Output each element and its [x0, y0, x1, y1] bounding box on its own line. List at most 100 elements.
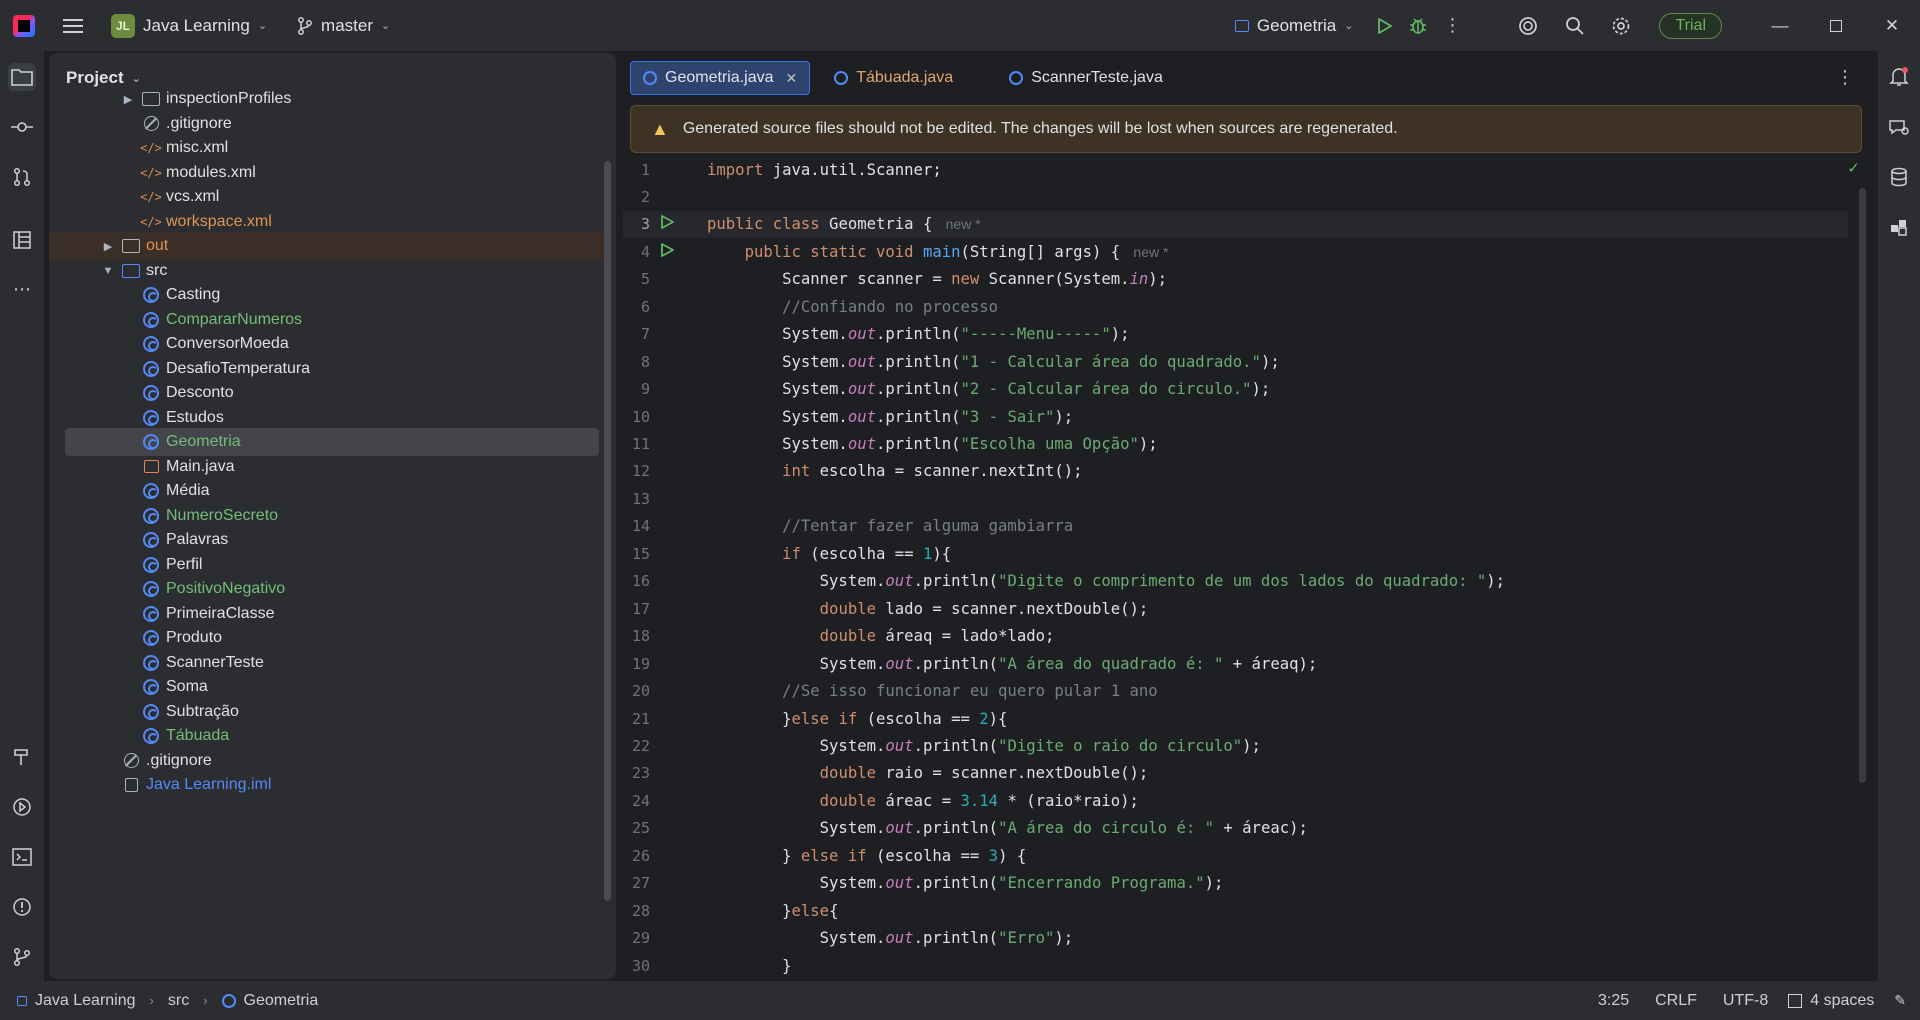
- plugin-button[interactable]: [1885, 213, 1913, 241]
- settings-button[interactable]: [1603, 9, 1639, 43]
- debug-button[interactable]: [1401, 9, 1435, 43]
- chevron-right-icon[interactable]: ▶: [120, 93, 136, 106]
- code-line[interactable]: 5 Scanner scanner = new Scanner(System.i…: [623, 266, 1848, 293]
- code-line[interactable]: 3 public class Geometria { new *: [623, 210, 1848, 238]
- code-line[interactable]: 29 System.out.println("Erro");: [623, 925, 1848, 952]
- trial-badge[interactable]: Trial: [1659, 12, 1722, 39]
- tab-geometria-java[interactable]: Geometria.java ✕: [630, 61, 811, 95]
- editor-scrollbar[interactable]: [1859, 188, 1866, 783]
- build-tool-button[interactable]: [8, 743, 36, 771]
- more-tools-button[interactable]: ⋯: [8, 275, 36, 303]
- database-button[interactable]: [1885, 163, 1913, 191]
- indent-setting[interactable]: 4 spaces: [1810, 992, 1874, 1010]
- breadcrumb-project[interactable]: Java Learning: [35, 992, 136, 1010]
- code-line[interactable]: 25 System.out.println("A área do circulo…: [623, 815, 1848, 842]
- code-line[interactable]: 1 import java.util.Scanner;: [623, 156, 1848, 183]
- ai-assistant-button[interactable]: [1509, 9, 1547, 43]
- code-line[interactable]: 14 //Tentar fazer alguma gambiarra: [623, 513, 1848, 540]
- line-number: 8: [640, 352, 650, 371]
- code-line[interactable]: 15 if (escolha == 1){: [623, 540, 1848, 567]
- close-tab-icon[interactable]: ✕: [786, 70, 798, 87]
- line-separator[interactable]: CRLF: [1655, 992, 1697, 1010]
- code-line[interactable]: 19 System.out.println("A área do quadrad…: [623, 650, 1848, 677]
- chevron-right-icon[interactable]: ▶: [100, 240, 116, 253]
- line-number: 14: [631, 517, 650, 536]
- commit-tool-button[interactable]: [8, 113, 36, 141]
- code-line[interactable]: 12 int escolha = scanner.nextInt();: [623, 458, 1848, 485]
- problems-tool-button[interactable]: [8, 893, 36, 921]
- run-button[interactable]: [1367, 9, 1401, 43]
- readonly-lock-icon[interactable]: ✎: [1894, 992, 1906, 1009]
- tree-item-label: Perfil: [166, 555, 203, 573]
- xml-file-icon: </>: [140, 165, 162, 180]
- java-class-icon: [142, 335, 160, 353]
- code-line[interactable]: 16 System.out.println("Digite o comprime…: [623, 568, 1848, 595]
- code-text: //Se isso funcionar eu quero pular 1 ano: [782, 682, 1158, 701]
- main-menu-button[interactable]: [55, 9, 91, 43]
- services-tool-button[interactable]: [8, 793, 36, 821]
- hamburger-icon: [63, 18, 83, 33]
- tab-t-buada-java[interactable]: Tábuada.java: [822, 61, 965, 95]
- code-line[interactable]: 11 System.out.println("Escolha uma Opção…: [623, 431, 1848, 458]
- project-tool-button[interactable]: [8, 63, 36, 91]
- terminal-tool-button[interactable]: [8, 843, 36, 871]
- code-line[interactable]: 6 //Confiando no processo: [623, 293, 1848, 320]
- breadcrumb-class[interactable]: Geometria: [244, 992, 319, 1010]
- minimize-button[interactable]: —: [1752, 0, 1808, 51]
- tree-item-label: ScannerTeste: [166, 653, 264, 671]
- structure-tool-button[interactable]: [8, 226, 36, 254]
- tree-item-label: Desconto: [166, 384, 234, 401]
- code-line[interactable]: 17 double lado = scanner.nextDouble();: [623, 595, 1848, 622]
- code-area[interactable]: 1 import java.util.Scanner; 2 3 public class…: [623, 156, 1848, 978]
- gutter-run-icon[interactable]: [659, 242, 679, 262]
- code-line[interactable]: 22 System.out.println("Digite o raio do …: [623, 732, 1848, 759]
- notifications-button[interactable]: [1885, 63, 1913, 91]
- run-config-selector[interactable]: Geometria ⌄: [1227, 9, 1362, 43]
- restore-button[interactable]: [1808, 0, 1864, 51]
- caret-position[interactable]: 3:25: [1598, 992, 1629, 1010]
- pull-requests-button[interactable]: [8, 163, 36, 191]
- code-line[interactable]: 28 }else{: [623, 897, 1848, 924]
- code-line[interactable]: 26 } else if (escolha == 3) {: [623, 842, 1848, 869]
- java-class-icon: [142, 703, 160, 721]
- tab-options-icon[interactable]: ⋮: [1836, 67, 1854, 88]
- code-line[interactable]: 18 double áreaq = lado*lado;: [623, 623, 1848, 650]
- line-number: 30: [631, 956, 650, 975]
- code-line[interactable]: 30 }: [623, 952, 1848, 979]
- gutter-run-icon[interactable]: [659, 214, 679, 234]
- code-line[interactable]: 4 public static void main(String[] args)…: [623, 238, 1848, 265]
- breadcrumb-src[interactable]: src: [168, 992, 189, 1010]
- bell-icon: [1889, 67, 1909, 86]
- more-actions-button[interactable]: ⋮: [1435, 9, 1469, 43]
- tree-item-label: ConversorMoeda: [166, 335, 289, 352]
- code-line[interactable]: 7 System.out.println("-----Menu-----");: [623, 321, 1848, 348]
- project-switcher[interactable]: JL Java Learning ⌄: [103, 9, 275, 43]
- close-window-button[interactable]: ✕: [1864, 0, 1920, 51]
- git-tool-button[interactable]: [8, 943, 36, 971]
- code-line[interactable]: 21 }else if (escolha == 2){: [623, 705, 1848, 732]
- code-line[interactable]: 23 double raio = scanner.nextDouble();: [623, 760, 1848, 787]
- tree-item-java-learning-iml[interactable]: Java Learning.iml: [49, 771, 604, 799]
- code-text: }: [707, 956, 792, 975]
- search-everywhere-button[interactable]: [1557, 9, 1593, 43]
- project-tree-scrollbar[interactable]: [604, 161, 611, 901]
- code-text: if (escolha == 1){: [782, 544, 952, 563]
- code-line[interactable]: 27 System.out.println("Encerrando Progra…: [623, 870, 1848, 897]
- ai-chat-button[interactable]: [1885, 113, 1913, 141]
- chevron-down-icon[interactable]: ▼: [100, 265, 116, 277]
- line-number: 11: [631, 435, 650, 453]
- code-line[interactable]: 8 System.out.println("1 - Calcular área …: [623, 348, 1848, 375]
- app-logo-icon[interactable]: [13, 14, 35, 37]
- code-line[interactable]: 24 double áreac = 3.14 * (raio*raio);: [623, 787, 1848, 814]
- tab-scannerteste-java[interactable]: ScannerTeste.java: [997, 61, 1175, 95]
- code-line[interactable]: 10 System.out.println("3 - Sair");: [623, 403, 1848, 430]
- java-class-icon: [142, 654, 160, 672]
- code-line[interactable]: 2: [623, 183, 1848, 210]
- code-line[interactable]: 20 //Se isso funcionar eu quero pular 1 …: [623, 678, 1848, 705]
- code-text: System.out.println("Digite o comprimento…: [707, 572, 1506, 591]
- more-vertical-icon: ⋮: [1443, 15, 1462, 35]
- code-line[interactable]: 9 System.out.println("2 - Calcular área …: [623, 376, 1848, 403]
- file-encoding[interactable]: UTF-8: [1723, 992, 1768, 1010]
- branch-switcher[interactable]: master ⌄: [289, 9, 398, 43]
- code-line[interactable]: 13: [623, 485, 1848, 512]
